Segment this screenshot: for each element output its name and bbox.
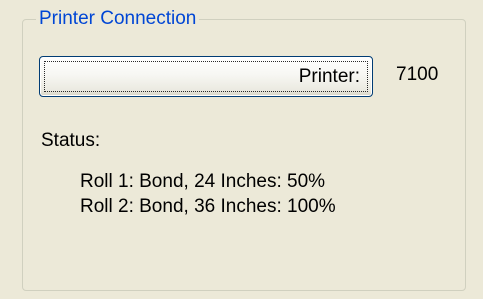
printer-model-value: 7100 xyxy=(396,64,439,85)
group-title: Printer Connection xyxy=(36,8,200,30)
printer-button-label: Printer: xyxy=(298,66,360,87)
status-label: Status: xyxy=(41,130,101,151)
roll-status-line: Roll 1: Bond, 24 Inches: 50% xyxy=(80,171,326,192)
roll-status-line: Roll 2: Bond, 36 Inches: 100% xyxy=(80,196,336,217)
printer-button[interactable]: Printer: xyxy=(39,56,373,97)
printer-connection-panel: Printer Connection Printer: 7100 Status:… xyxy=(0,0,483,299)
